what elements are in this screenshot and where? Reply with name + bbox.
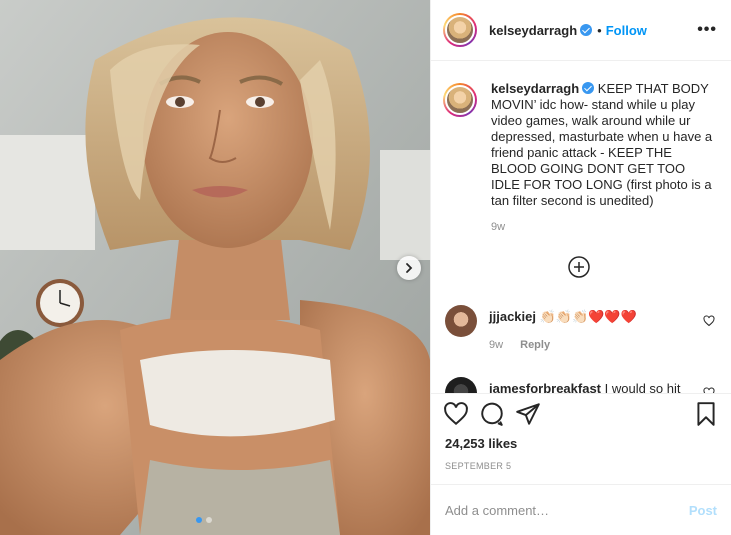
next-photo-button[interactable]	[397, 256, 421, 280]
load-more-comments-button[interactable]	[443, 255, 715, 279]
caption-body: KEEP THAT BODY MOVIN’ idc how- stand whi…	[491, 81, 713, 208]
selfie-photo	[0, 0, 430, 535]
comment-item: jamesforbreakfast I would so hit that 🔥🔥…	[443, 377, 715, 393]
comment-item: jjjackiej 👏🏻👏🏻👏🏻❤️❤️❤️ 9w Reply	[443, 305, 715, 351]
verified-badge-icon	[582, 82, 595, 94]
caption-username[interactable]: kelseydarragh	[491, 81, 579, 96]
post-caption: kelseydarragh KEEP THAT BODY MOVIN’ idc …	[443, 81, 715, 233]
share-icon[interactable]	[515, 401, 541, 427]
commenter-username[interactable]: jamesforbreakfast	[489, 381, 601, 393]
comment-body: 👏🏻👏🏻👏🏻❤️❤️❤️	[539, 309, 637, 324]
more-options-button[interactable]: •••	[697, 21, 717, 39]
verified-badge-icon	[580, 24, 593, 36]
instagram-post: kelseydarragh • Follow ••• kelseydarragh…	[0, 0, 731, 535]
caption-age: 9w	[491, 221, 506, 233]
follow-button[interactable]: Follow	[606, 23, 647, 38]
author-username[interactable]: kelseydarragh	[489, 23, 577, 38]
heart-icon[interactable]	[703, 315, 715, 327]
caption-avatar[interactable]	[443, 83, 477, 117]
heart-icon[interactable]	[703, 387, 715, 393]
chevron-right-icon	[406, 263, 413, 273]
comment-text: jjjackiej 👏🏻👏🏻👏🏻❤️❤️❤️	[489, 305, 699, 325]
comment-meta: 9w Reply	[489, 339, 699, 351]
comment-icon[interactable]	[479, 401, 505, 427]
heart-icon[interactable]	[443, 401, 469, 427]
commenter-avatar[interactable]	[445, 305, 477, 337]
carousel-dot-active	[196, 517, 202, 523]
comment-age: 9w	[489, 339, 504, 351]
commenter-username[interactable]: jjjackiej	[489, 309, 536, 324]
add-comment-input[interactable]	[445, 502, 689, 518]
carousel-dot	[206, 517, 212, 523]
post-sidebar: kelseydarragh • Follow ••• kelseydarragh…	[430, 0, 731, 535]
add-comment-bar: Post	[431, 484, 731, 535]
plus-circle-icon	[568, 256, 590, 278]
post-comment-button[interactable]: Post	[689, 503, 717, 518]
like-count[interactable]: 24,253 likes	[431, 434, 731, 451]
commenter-avatar[interactable]	[445, 377, 477, 393]
carousel-indicator	[196, 517, 212, 523]
caption-text: kelseydarragh KEEP THAT BODY MOVIN’ idc …	[491, 81, 715, 209]
bookmark-icon[interactable]	[693, 401, 719, 427]
post-date: SEPTEMBER 5	[445, 461, 512, 471]
separator-dot: •	[597, 22, 602, 38]
author-avatar[interactable]	[443, 13, 477, 47]
comments-section[interactable]: kelseydarragh KEEP THAT BODY MOVIN’ idc …	[431, 61, 731, 393]
post-photo[interactable]	[0, 0, 430, 535]
post-actions	[431, 393, 731, 434]
post-header: kelseydarragh • Follow •••	[431, 0, 731, 61]
reply-button[interactable]: Reply	[520, 339, 550, 351]
comment-text: jamesforbreakfast I would so hit that 🔥🔥…	[489, 377, 699, 393]
